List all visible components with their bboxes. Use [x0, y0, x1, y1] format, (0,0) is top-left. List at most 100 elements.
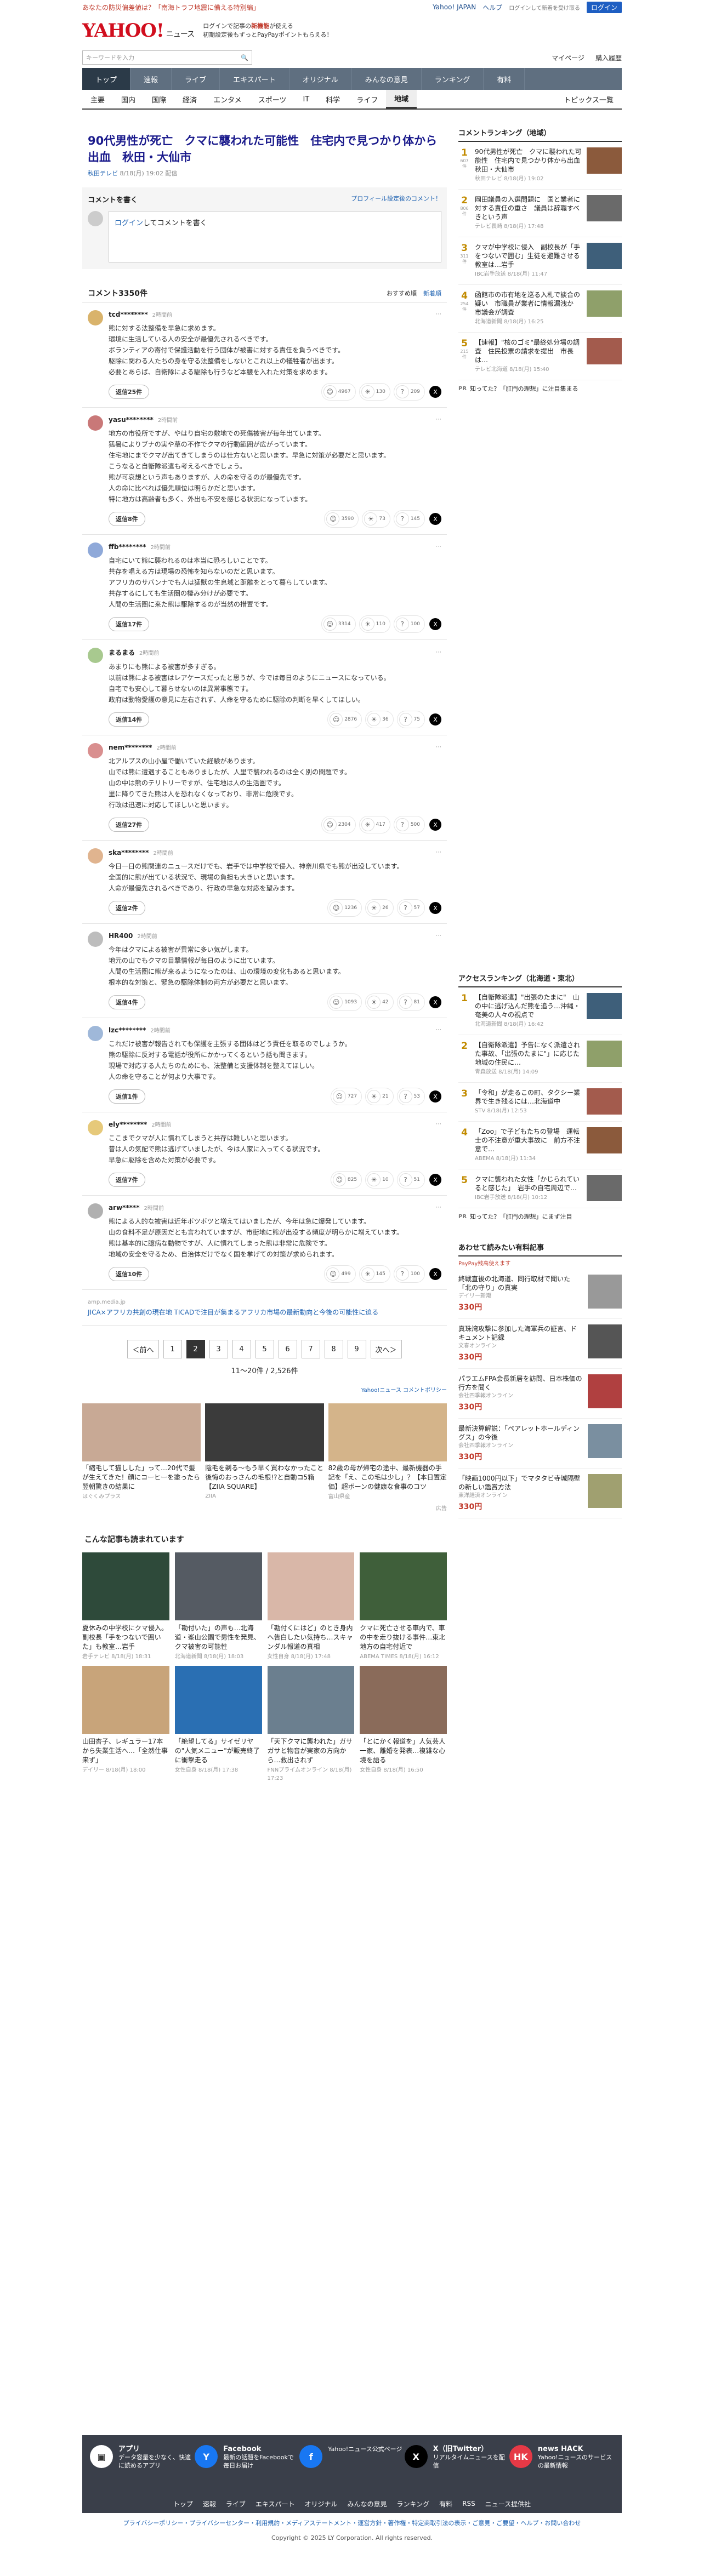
reaction-button[interactable]: ? 100	[393, 1265, 425, 1283]
footer-social-item[interactable]: ▣ アプリ データ容量を少なく、快適に読めるアプリ	[90, 2445, 195, 2470]
footer-social-item[interactable]: HK news HACK Yahoo!ニュースのサービスの最新情報	[509, 2445, 614, 2470]
footer-link[interactable]: ライブ	[226, 2499, 246, 2509]
reaction-button[interactable]: ? 81	[396, 993, 425, 1011]
more-icon[interactable]: ⋯	[436, 1027, 441, 1033]
comment-username[interactable]: HR400	[109, 932, 133, 940]
ranking-item[interactable]: 5 215件 【速報】"核のゴミ"最終処分場の調査 住民投票の請求を提出 市長は… テ…	[458, 333, 622, 380]
paid-article[interactable]: 真珠湾攻撃に参加した海軍兵の証言、ドキュメント記録 文春オンライン 330円	[458, 1319, 622, 1369]
x-share-icon[interactable]: X	[429, 819, 441, 831]
comment-username[interactable]: nem********	[109, 744, 152, 751]
reaction-button[interactable]: ? 100	[393, 615, 425, 633]
more-icon[interactable]: ⋯	[436, 849, 441, 855]
reply-button[interactable]: 返信1件	[109, 1089, 145, 1104]
reaction-button[interactable]: ☺ 3314	[321, 615, 356, 633]
reaction-button[interactable]: ? 145	[393, 510, 425, 528]
reaction-button[interactable]: ☺ 1236	[327, 899, 362, 917]
reply-button[interactable]: 返信10件	[109, 1267, 150, 1281]
reply-button[interactable]: 返信4件	[109, 995, 145, 1009]
footer-link[interactable]: トップ	[173, 2499, 193, 2509]
nav-tab[interactable]: オリジナル	[289, 68, 352, 90]
access-item[interactable]: 2 【自衛隊派遣】予告になく派遣された事故、「出張のたまに"」に応じた地域の住民に…	[458, 1035, 622, 1083]
page-number[interactable]: 6	[278, 1340, 297, 1358]
reply-button[interactable]: 返信25件	[109, 385, 150, 399]
footer-link[interactable]: ニュース提供社	[485, 2499, 531, 2509]
comment-username[interactable]: ska********	[109, 849, 149, 856]
reaction-button[interactable]: ☺ 1093	[327, 993, 362, 1011]
also-read-card[interactable]: 夏休みの中学校にクマ侵入。副校長「手をつないで囲いた」も教室…岩手 岩手テレビ 8…	[82, 1552, 169, 1660]
x-share-icon[interactable]: X	[429, 1268, 441, 1280]
reaction-button[interactable]: ☀ 10	[365, 1171, 394, 1189]
yahoo-news-logo[interactable]: YAHOO! ニュース	[82, 20, 195, 42]
comment-policy-link[interactable]: Yahoo!ニュース コメントポリシー	[82, 1385, 447, 1393]
x-share-icon[interactable]: X	[429, 902, 441, 914]
reaction-button[interactable]: ☀ 145	[359, 1265, 390, 1283]
footer-link[interactable]: 速報	[203, 2499, 216, 2509]
footer-legal[interactable]: プライバシーポリシー・プライバシーセンター・利用規約・メディアステートメント・運…	[0, 2518, 704, 2528]
subnav-tab[interactable]: 主要	[82, 90, 113, 108]
page-number[interactable]: 5	[255, 1340, 274, 1358]
more-icon[interactable]: ⋯	[436, 544, 441, 550]
reaction-button[interactable]: ? 57	[396, 899, 425, 917]
also-read-card[interactable]: 「とにかく報道を」人気芸人一家、離婚を発表…複雑な心境を語る 女性自身 8/18(…	[360, 1666, 447, 1782]
comment-username[interactable]: まるまる	[109, 648, 135, 657]
reaction-button[interactable]: ☀ 110	[359, 615, 390, 633]
comment-username[interactable]: tcd********	[109, 311, 148, 318]
x-share-icon[interactable]: X	[429, 713, 441, 726]
subnav-tab[interactable]: 国内	[113, 90, 144, 108]
subnav-tab[interactable]: 地域	[386, 90, 417, 108]
page-number[interactable]: 2	[186, 1340, 205, 1358]
promo-text[interactable]: ログインで記事の新機能が使える 初期設定後もずっとPayPayポイントもらえる！	[203, 22, 332, 39]
nav-tab[interactable]: ライブ	[172, 68, 220, 90]
footer-social-item[interactable]: f Yahoo!ニュース公式ページ	[299, 2445, 404, 2468]
mypage-link[interactable]: マイページ	[552, 53, 584, 62]
more-icon[interactable]: ⋯	[436, 649, 441, 655]
subnav-tab[interactable]: 経済	[174, 90, 205, 108]
subnav-tab[interactable]: 国際	[144, 90, 174, 108]
subnav-tab[interactable]: IT	[294, 90, 317, 108]
nav-tab[interactable]: エキスパート	[220, 68, 289, 90]
more-icon[interactable]: ⋯	[436, 933, 441, 939]
ranking-item[interactable]: 2 806件 岡田議員の入選問題に 国と業者に対する責任の重さ 議員は辞職すべきとい…	[458, 190, 622, 237]
access-item[interactable]: 1 【自衛隊派遣】"出張のたまに" 山の中に逃げ込んだ熊を追う…沖縄・奄美の人々の…	[458, 987, 622, 1035]
access-item[interactable]: 3 「令和」が走るこの町、タクシー業界で生き残るには…北海道中 STV 8/18(月…	[458, 1083, 622, 1122]
pr-item-2[interactable]: PR 知ってた？「肛門の理想」にまず注目	[458, 1208, 622, 1225]
x-share-icon[interactable]: X	[429, 386, 441, 398]
page-number[interactable]: 1	[163, 1340, 182, 1358]
footer-link[interactable]: ランキング	[397, 2499, 430, 2509]
help-link[interactable]: ヘルプ	[482, 3, 502, 12]
reaction-button[interactable]: ☺ 499	[324, 1265, 356, 1283]
nav-tab[interactable]: 速報	[130, 68, 172, 90]
ranking-item[interactable]: 1 607件 90代男性が死亡 クマに襲われた可能性 住宅内で見つかり体から出血 秋…	[458, 142, 622, 190]
footer-link[interactable]: オリジナル	[305, 2499, 338, 2509]
reaction-button[interactable]: ☀ 42	[365, 993, 394, 1011]
login-link[interactable]: ログイン	[115, 219, 143, 227]
x-share-icon[interactable]: X	[429, 996, 441, 1008]
reaction-button[interactable]: ☀ 21	[365, 1088, 394, 1105]
subnav-tab[interactable]: スポーツ	[250, 90, 295, 108]
footer-link[interactable]: RSS	[462, 2500, 475, 2508]
reaction-button[interactable]: ☀ 130	[359, 383, 390, 401]
nav-tab[interactable]: 有料	[484, 68, 525, 90]
page-number[interactable]: 7	[301, 1340, 320, 1358]
paid-article[interactable]: パラエムFPA会長新居を訪問、日本株価の行方を聞く 会社四季報オンライン 330円	[458, 1369, 622, 1419]
more-icon[interactable]: ⋯	[436, 744, 441, 750]
sort-newest[interactable]: 新着順	[423, 289, 441, 298]
x-share-icon[interactable]: X	[429, 1174, 441, 1186]
ad-card[interactable]: 「縮毛して猫しした」って…20代で髪が生えてきた！顔にコーヒーを塗ったら翌朝驚き…	[82, 1403, 201, 1500]
reaction-button[interactable]: ☺ 2304	[321, 816, 356, 833]
reaction-button[interactable]: ☺ 4967	[321, 383, 356, 401]
paid-article[interactable]: 「映画1000円以下」でマタタビ寺城隔壁の新しい鑑賞方法 東洋経済オンライン 330…	[458, 1469, 622, 1518]
comment-username[interactable]: arw*****	[109, 1204, 139, 1212]
reaction-button[interactable]: ☀ 73	[362, 510, 390, 528]
purchase-history-link[interactable]: 購入履歴	[595, 53, 622, 62]
reaction-button[interactable]: ☀ 26	[365, 899, 394, 917]
reaction-button[interactable]: ? 51	[396, 1171, 425, 1189]
reply-button[interactable]: 返信8件	[109, 512, 145, 526]
x-share-icon[interactable]: X	[429, 1090, 441, 1103]
reaction-button[interactable]: ? 500	[393, 816, 425, 833]
footer-link[interactable]: エキスパート	[256, 2499, 295, 2509]
also-read-card[interactable]: 「勘付くにはど」のとき身内へ告白したい気持ち…スキャンダル報道の真相 女性自身 8…	[267, 1552, 355, 1660]
footer-link[interactable]: 有料	[439, 2499, 452, 2509]
ad-card[interactable]: 82歳の母が帰宅の途中、最新機器の手記を「え、この毛は少し」？【本日置定価】超ボ…	[328, 1403, 447, 1500]
reply-button[interactable]: 返信7件	[109, 1173, 145, 1187]
